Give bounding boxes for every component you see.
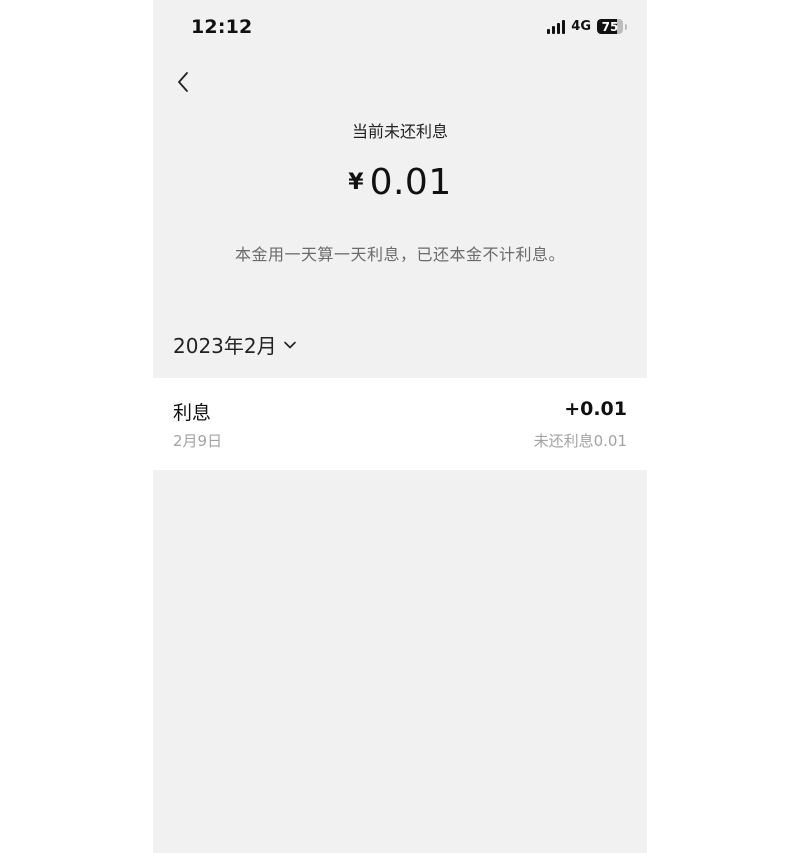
currency-symbol: ¥ [348,170,364,195]
chevron-down-icon [283,341,296,348]
status-bar: 12:12 4G 75 [153,0,647,58]
chevron-left-icon [178,72,188,92]
record-title: 利息 [173,402,212,424]
record-status: 未还利息0.01 [533,432,627,450]
record-amount: +0.01 [564,398,627,420]
summary-label: 当前未还利息 [351,122,448,141]
network-label: 4G [571,19,591,34]
record-list: 利息 2月9日 +0.01 未还利息0.01 [153,378,647,470]
amount-value: 0.01 [369,162,452,203]
month-label: 2023年2月 [173,334,277,358]
signal-icon [547,19,566,34]
battery-icon: 75 [597,19,623,34]
summary-amount: ¥ 0.01 [153,162,647,203]
back-button[interactable] [167,66,199,98]
battery-tip [625,23,627,30]
battery-level: 75 [601,19,619,34]
status-indicators: 4G 75 [547,19,627,34]
month-picker[interactable]: 2023年2月 [173,330,297,359]
summary-note: 本金用一天算一天利息，已还本金不计利息。 [234,245,565,264]
status-time: 12:12 [191,16,253,38]
phone-screen: 12:12 4G 75 当前未还利息 ¥ 0.01 本金用一天算一天利息，已还本… [153,0,647,853]
list-item[interactable]: 利息 2月9日 +0.01 未还利息0.01 [153,378,647,470]
record-date: 2月9日 [173,432,223,450]
